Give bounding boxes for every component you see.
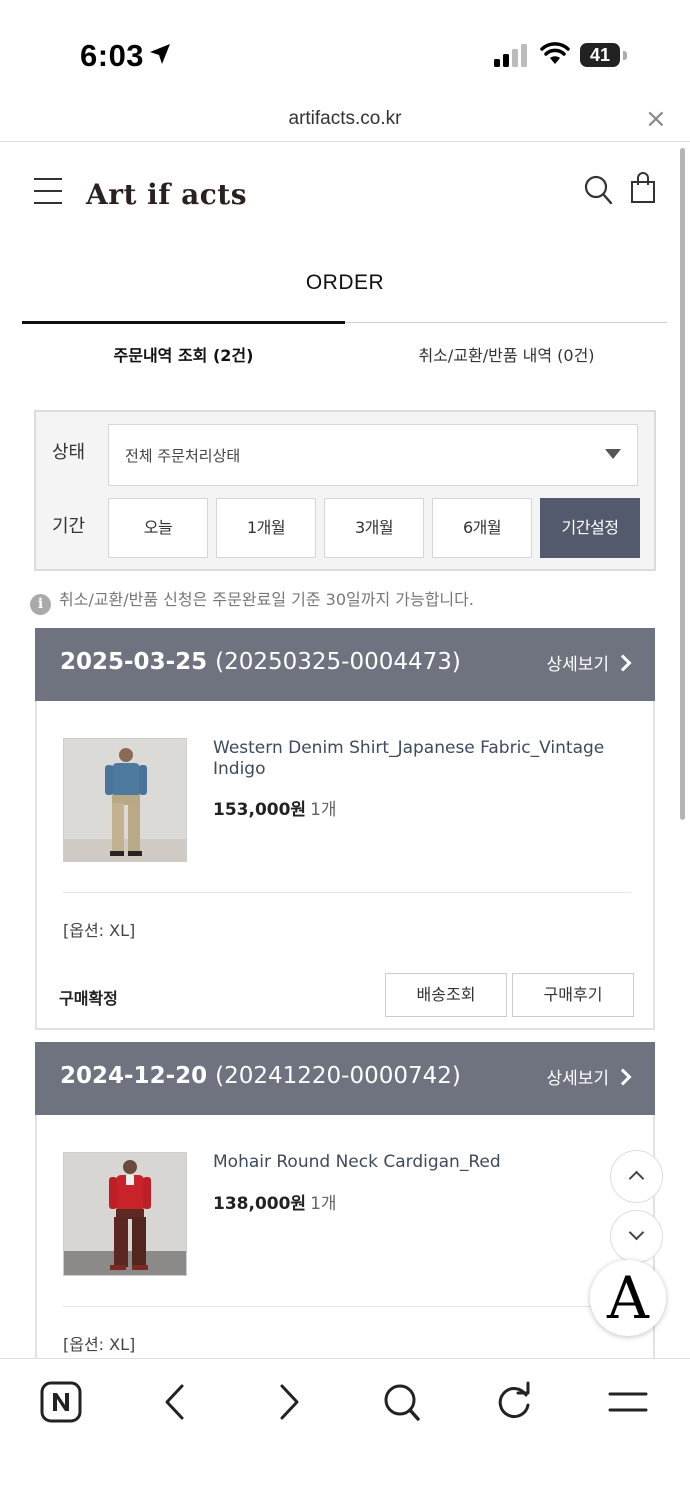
period-filter-label: 기간 — [52, 516, 86, 537]
divider — [63, 1306, 631, 1307]
period-6-months-button[interactable]: 6개월 — [432, 498, 532, 558]
scroll-top-button[interactable] — [610, 1150, 663, 1203]
order-number: (20241220-0000742) — [215, 1063, 461, 1089]
order-status-select[interactable]: 전체 주문처리상태 — [108, 424, 638, 486]
product-price-line: 153,000원 1개 — [213, 795, 337, 820]
product-image-red-cardigan — [64, 1153, 186, 1275]
location-arrow-icon — [150, 44, 170, 64]
product-thumbnail[interactable] — [63, 738, 187, 862]
order-detail-link[interactable]: 상세보기 — [546, 650, 632, 675]
product-thumbnail[interactable] — [63, 1152, 187, 1276]
order-status-value: 전체 주문처리상태 — [125, 447, 241, 465]
battery-icon: 41 — [580, 43, 620, 67]
forward-icon[interactable] — [274, 1381, 304, 1423]
shopping-bag-icon[interactable] — [630, 172, 656, 204]
order-status: 구매확정 — [59, 989, 118, 1008]
order-detail-label[interactable]: 상세보기 — [546, 655, 609, 675]
product-name[interactable]: Western Denim Shirt_Japanese Fabric_Vint… — [213, 738, 633, 780]
brand-floating-button[interactable]: A — [590, 1260, 666, 1336]
chevron-down-icon — [628, 1224, 645, 1241]
chevron-right-icon — [614, 654, 632, 672]
period-today-button[interactable]: 오늘 — [108, 498, 208, 558]
chevron-up-icon — [628, 1170, 645, 1187]
back-icon[interactable] — [160, 1381, 190, 1423]
hamburger-menu-icon[interactable] — [34, 177, 62, 205]
divider — [63, 892, 631, 893]
address-bar[interactable]: artifacts.co.kr × — [0, 100, 690, 142]
status-time: 6:03 — [80, 38, 145, 73]
scroll-bottom-button[interactable] — [610, 1210, 663, 1263]
product-option: [옵션: XL] — [63, 921, 136, 940]
product-price: 138,000원 — [213, 1194, 307, 1214]
product-quantity: 1개 — [310, 1194, 337, 1214]
battery-cap — [623, 51, 627, 60]
cellular-signal-icon — [494, 44, 527, 67]
product-price-line: 138,000원 1개 — [213, 1189, 337, 1214]
scrollbar[interactable] — [680, 148, 685, 820]
product-option: [옵션: XL] — [63, 1335, 136, 1354]
order-card: Western Denim Shirt_Japanese Fabric_Vint… — [35, 701, 655, 1030]
period-1-month-button[interactable]: 1개월 — [216, 498, 316, 558]
search-icon[interactable] — [584, 174, 614, 206]
battery-level: 41 — [589, 45, 611, 65]
url-text[interactable]: artifacts.co.kr — [0, 108, 690, 130]
menu-icon[interactable] — [608, 1381, 648, 1423]
period-3-months-button[interactable]: 3개월 — [324, 498, 424, 558]
close-icon[interactable]: × — [645, 106, 667, 132]
wifi-icon — [540, 42, 570, 64]
order-header: 2025-03-25 (20250325-0004473) 상세보기 — [35, 628, 655, 701]
product-name[interactable]: Mohair Round Neck Cardigan_Red — [213, 1152, 633, 1173]
info-icon: i — [30, 594, 51, 615]
search-icon[interactable] — [382, 1381, 422, 1423]
order-number: (20250325-0004473) — [215, 649, 461, 675]
status-bar: 6:03 41 — [0, 0, 690, 100]
browser-toolbar — [0, 1358, 690, 1500]
notice-text: 취소/교환/반품 신청은 주문완료일 기준 30일까지 가능합니다. — [59, 590, 474, 609]
reload-icon[interactable] — [494, 1381, 534, 1423]
tab-active-indicator — [22, 321, 345, 324]
period-custom-button[interactable]: 기간설정 — [540, 498, 640, 558]
order-detail-label[interactable]: 상세보기 — [546, 1069, 609, 1089]
naver-icon[interactable] — [40, 1381, 82, 1423]
order-date: 2025-03-25 — [60, 649, 208, 675]
product-quantity: 1개 — [310, 800, 337, 820]
order-date: 2024-12-20 — [60, 1063, 208, 1089]
write-review-button[interactable]: 구매후기 — [512, 973, 634, 1017]
product-price: 153,000원 — [213, 800, 307, 820]
order-header: 2024-12-20 (20241220-0000742) 상세보기 — [35, 1042, 655, 1115]
order-detail-link[interactable]: 상세보기 — [546, 1064, 632, 1089]
chevron-right-icon — [614, 1068, 632, 1086]
site-logo[interactable]: Art if acts — [86, 178, 247, 211]
tab-order-history[interactable]: 주문내역 조회 (2건) — [22, 342, 345, 366]
order-date-number: 2024-12-20 (20241220-0000742) — [60, 1063, 461, 1089]
order-filter: 상태 전체 주문처리상태 기간 오늘 1개월 3개월 6개월 기간설정 — [34, 410, 656, 571]
track-delivery-button[interactable]: 배송조회 — [385, 973, 507, 1017]
notice: i 취소/교환/반품 신청은 주문완료일 기준 30일까지 가능합니다. — [30, 586, 474, 615]
dropdown-arrow-icon — [605, 449, 621, 459]
order-card: Mohair Round Neck Cardigan_Red 138,000원 1… — [35, 1115, 655, 1375]
order-date-number: 2025-03-25 (20250325-0004473) — [60, 649, 461, 675]
page-title: ORDER — [305, 271, 385, 294]
status-filter-label: 상태 — [52, 442, 86, 463]
product-image-denim-shirt — [64, 739, 186, 861]
tab-cancel-exchange-return[interactable]: 취소/교환/반품 내역 (0건) — [345, 342, 668, 366]
